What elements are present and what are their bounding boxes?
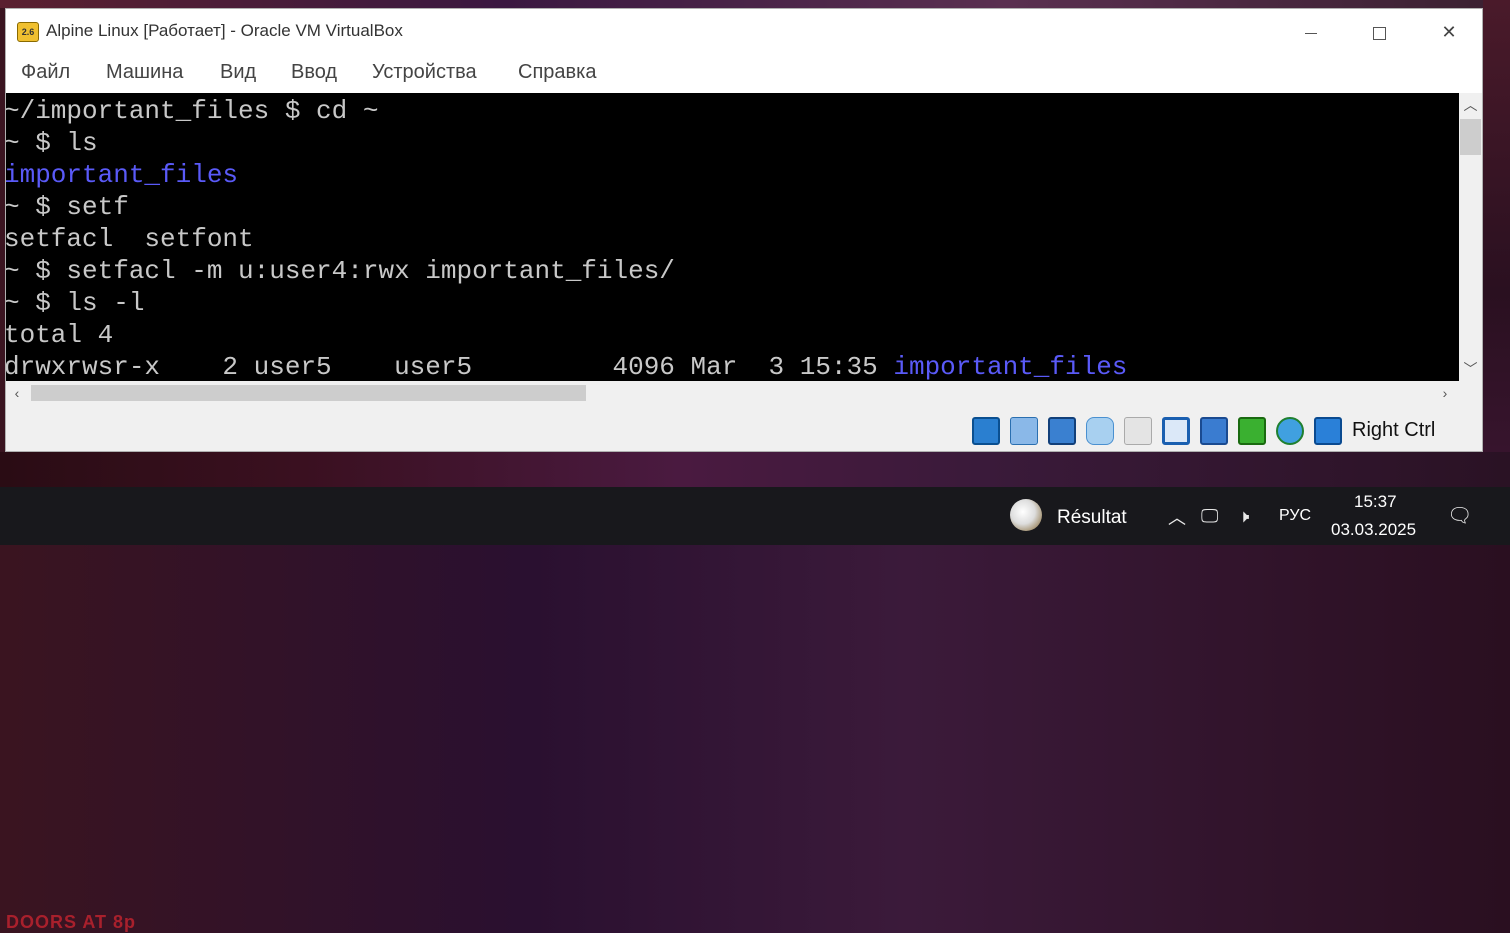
minimize-button[interactable] xyxy=(1291,17,1331,47)
terminal-line: ~ $ ls xyxy=(6,127,98,159)
terminal-text: total 4 xyxy=(6,320,114,350)
virtualbox-app-icon: 2.6 xyxy=(17,22,39,42)
desktop-background-right xyxy=(1483,0,1510,487)
terminal-line: total 4 xyxy=(6,319,113,351)
vm-console-screen[interactable]: ~/important_files $ cd ~ ~ $ ls important_… xyxy=(6,93,1459,381)
maximize-button[interactable] xyxy=(1359,17,1399,47)
menu-machine[interactable]: Машина xyxy=(106,61,183,84)
scrollbar-corner xyxy=(1459,381,1482,405)
terminal-text: ~ $ setf xyxy=(6,192,129,222)
audio-icon[interactable] xyxy=(1010,417,1038,445)
chevron-up-icon[interactable]: ︿ xyxy=(1168,504,1186,530)
network-icon[interactable] xyxy=(1048,417,1076,445)
virtualbox-window: 2.6 Alpine Linux [Работает] - Oracle VM … xyxy=(5,8,1483,452)
terminal-line: important_files xyxy=(6,159,238,191)
window-title: Alpine Linux [Работает] - Oracle VM Virt… xyxy=(46,21,403,40)
menu-help[interactable]: Справка xyxy=(518,61,596,84)
vertical-scroll-thumb[interactable] xyxy=(1460,119,1481,155)
video-capture-icon[interactable] xyxy=(1200,417,1228,445)
scroll-right-icon[interactable]: › xyxy=(1434,381,1456,405)
network-tray-icon[interactable]: 🖵 xyxy=(1201,506,1218,527)
status-bar: Right Ctrl xyxy=(6,405,1482,451)
terminal-text: important_files xyxy=(6,160,239,190)
horizontal-scrollbar[interactable]: ‹ › xyxy=(6,381,1459,405)
terminal-line: drwxrwsr-x 2 user5 user5 4096 Mar 3 15:3… xyxy=(6,351,1127,381)
minimize-icon xyxy=(1305,32,1317,34)
optical-drive-icon[interactable] xyxy=(972,417,1000,445)
scroll-down-icon[interactable]: ﹀ xyxy=(1459,359,1482,379)
host-key-label: Right Ctrl xyxy=(1352,419,1436,441)
terminal-text: important_files xyxy=(893,352,1128,381)
terminal-line: ~ $ setfacl -m u:user4:rwx important_fil… xyxy=(6,255,675,287)
terminal-text: ~/important_files $ cd ~ xyxy=(6,96,379,126)
clock-time[interactable]: 15:37 xyxy=(1354,492,1397,512)
notifications-icon[interactable]: 🗨 xyxy=(1447,503,1472,528)
close-button[interactable]: ✕ xyxy=(1429,17,1469,47)
menu-view[interactable]: Вид xyxy=(220,61,256,84)
terminal-line: ~ $ ls -l xyxy=(6,287,144,319)
maximize-icon xyxy=(1372,26,1386,40)
horizontal-scroll-thumb[interactable] xyxy=(31,385,586,401)
desktop-background-top xyxy=(0,0,1510,8)
clock-date[interactable]: 03.03.2025 xyxy=(1331,520,1416,540)
title-bar[interactable]: 2.6 Alpine Linux [Работает] - Oracle VM … xyxy=(6,9,1482,54)
menu-devices[interactable]: Устройства xyxy=(372,61,477,84)
terminal-text: setfacl setfont xyxy=(6,224,254,254)
menu-bar: Файл Машина Вид Ввод Устройства Справка xyxy=(6,55,1482,93)
widget-label[interactable]: Résultat xyxy=(1057,507,1127,529)
menu-file[interactable]: Файл xyxy=(21,61,70,84)
terminal-text: drwxrwsr-x 2 user5 user5 4096 Mar 3 15:3… xyxy=(6,352,894,381)
scroll-up-icon[interactable]: ︿ xyxy=(1459,95,1482,115)
terminal-text: ~ $ ls -l xyxy=(6,288,145,318)
volume-muted-icon[interactable]: 🕨 xyxy=(1238,506,1249,527)
usb-icon[interactable] xyxy=(1086,417,1114,445)
shared-folders-icon[interactable] xyxy=(1124,417,1152,445)
display-icon[interactable] xyxy=(1162,417,1190,445)
close-icon: ✕ xyxy=(1441,22,1457,42)
football-icon[interactable] xyxy=(1010,499,1042,531)
terminal-line: ~ $ setf xyxy=(6,191,129,223)
keyboard-capture-icon[interactable] xyxy=(1314,417,1342,445)
terminal-line: setfacl setfont xyxy=(6,223,254,255)
menu-input[interactable]: Ввод xyxy=(291,61,337,84)
desktop-wallpaper-text: DOORS AT 8p xyxy=(6,912,137,932)
terminal-line: ~/important_files $ cd ~ xyxy=(6,95,378,127)
language-indicator[interactable]: РУС xyxy=(1279,507,1311,525)
scroll-left-icon[interactable]: ‹ xyxy=(6,381,28,405)
desktop-background-strip: DOORS AT 8p xyxy=(0,452,1510,932)
terminal-text: ~ $ setfacl -m u:user4:rwx important_fil… xyxy=(6,256,675,286)
cpu-icon[interactable] xyxy=(1238,417,1266,445)
mouse-integration-icon[interactable] xyxy=(1276,417,1304,445)
terminal-text: ~ $ ls xyxy=(6,128,98,158)
vertical-scrollbar[interactable]: ︿ ﹀ xyxy=(1459,93,1482,381)
